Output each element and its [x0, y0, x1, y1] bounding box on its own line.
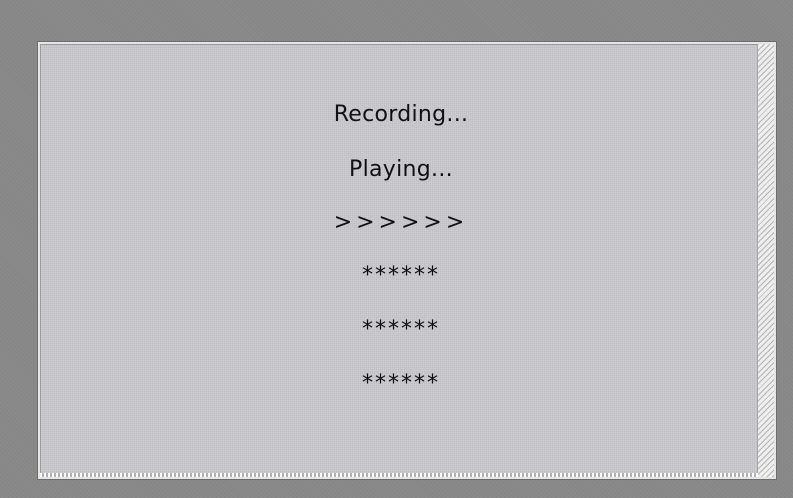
masked-text-line-1: ****** [362, 263, 440, 288]
bottom-edge-stripe [40, 473, 758, 477]
scroll-edge-stripe [757, 44, 774, 477]
playing-status-text: Playing... [349, 157, 453, 182]
status-lines: Recording... Playing... >>>>>> ****** **… [40, 44, 762, 477]
status-panel: Recording... Playing... >>>>>> ****** **… [38, 42, 776, 479]
progress-arrows-text: >>>>>> [333, 210, 469, 235]
masked-text-line-2: ****** [362, 317, 440, 342]
recording-status-text: Recording... [333, 102, 469, 127]
masked-text-line-3: ****** [362, 371, 440, 396]
